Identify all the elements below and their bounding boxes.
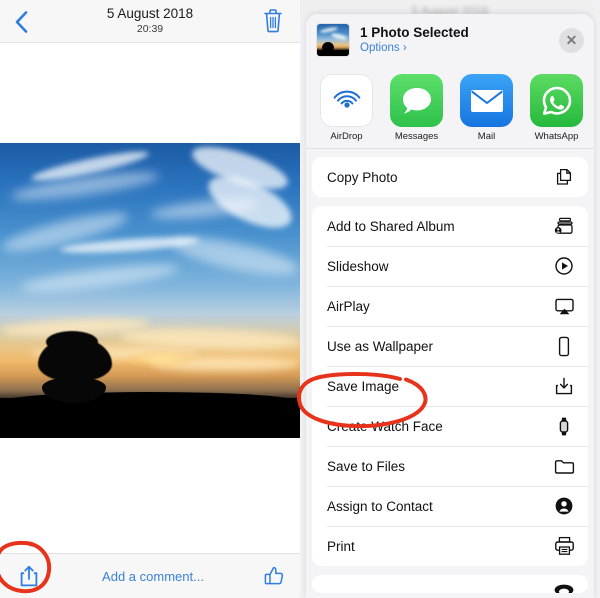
photo-time: 20:39: [136, 23, 164, 35]
action-label: Copy Photo: [327, 169, 398, 185]
phone-icon: [553, 335, 575, 357]
trash-icon[interactable]: [262, 8, 288, 36]
action-label: AirPlay: [327, 298, 370, 314]
action-label: Print: [327, 538, 355, 554]
action-card-partial: [312, 575, 588, 593]
action-row-add-to-shared-album[interactable]: Add to Shared Album: [312, 206, 588, 246]
phone-call-icon: [553, 577, 575, 593]
share-action-list: Copy Photo Add to Shared Album Slideshow…: [306, 149, 594, 593]
action-label: Assign to Contact: [327, 498, 433, 514]
sun-glow: [126, 349, 196, 368]
share-sheet-panel: 5 August 2018 1 Photo Selected Options ›…: [300, 0, 600, 598]
shared-album-icon: [553, 215, 575, 237]
copy-icon: [553, 166, 575, 188]
action-label: Use as Wallpaper: [327, 338, 434, 354]
comment-input[interactable]: Add a comment...: [58, 569, 248, 584]
mail-icon: [460, 74, 513, 127]
share-sheet: 1 Photo Selected Options › ✕ AirDrop Mes…: [306, 14, 594, 598]
action-row-partial[interactable]: [312, 575, 588, 593]
contact-icon: [553, 495, 575, 517]
photo-image[interactable]: [0, 143, 300, 438]
share-sheet-title-group: 1 Photo Selected Options ›: [360, 24, 559, 56]
action-card: Copy Photo: [312, 157, 588, 197]
action-card: Add to Shared Album Slideshow AirPlay Us…: [312, 206, 588, 566]
action-row-assign-to-contact[interactable]: Assign to Contact: [312, 486, 588, 526]
thumbs-up-icon[interactable]: [248, 565, 300, 587]
share-sheet-title: 1 Photo Selected: [360, 25, 469, 40]
share-app-messages[interactable]: Messages: [390, 74, 443, 142]
back-chevron-icon[interactable]: [8, 9, 34, 35]
close-glyph: ✕: [565, 32, 578, 48]
photo-date: 5 August 2018: [106, 6, 194, 21]
messages-icon: [390, 74, 443, 127]
action-label: Save Image: [327, 378, 400, 394]
share-app-label: WhatsApp: [534, 131, 579, 142]
airdrop-icon: [320, 74, 373, 127]
watch-icon: [553, 415, 575, 437]
share-app-label: Mail: [477, 131, 496, 142]
photo-viewer-panel: 5 August 2018 20:39 Add a comment...: [0, 0, 300, 598]
action-label: Slideshow: [327, 258, 389, 274]
whatsapp-icon: [530, 74, 583, 127]
screenshot-root: 5 August 2018 20:39 Add a comment... 5 A…: [0, 0, 600, 598]
action-row-save-image[interactable]: Save Image: [312, 366, 588, 406]
close-icon[interactable]: ✕: [559, 27, 584, 53]
airplay-icon: [553, 295, 575, 317]
action-row-copy-photo[interactable]: Copy Photo: [312, 157, 588, 197]
action-label: Save to Files: [327, 458, 406, 474]
action-label: Create Watch Face: [327, 418, 443, 434]
action-row-save-to-files[interactable]: Save to Files: [312, 446, 588, 486]
share-sheet-header: 1 Photo Selected Options › ✕: [306, 14, 594, 64]
share-app-row: AirDrop Messages Mail WhatsApp: [306, 64, 594, 149]
folder-icon: [553, 455, 575, 477]
photo-header-bar: 5 August 2018 20:39: [0, 0, 300, 43]
action-label: Add to Shared Album: [327, 218, 455, 234]
share-app-label: Messages: [394, 131, 439, 142]
action-row-airplay[interactable]: AirPlay: [312, 286, 588, 326]
save-download-icon: [553, 375, 575, 397]
photo-bottom-bar: Add a comment...: [0, 553, 300, 598]
share-options-link[interactable]: Options ›: [360, 41, 559, 56]
action-row-print[interactable]: Print: [312, 526, 588, 566]
play-circle-icon: [553, 255, 575, 277]
photo-header-center: 5 August 2018 20:39: [60, 5, 240, 36]
share-app-mail[interactable]: Mail: [460, 74, 513, 142]
action-row-use-as-wallpaper[interactable]: Use as Wallpaper: [312, 326, 588, 366]
share-app-label: AirDrop: [330, 131, 363, 142]
photo-thumbnail[interactable]: [316, 23, 350, 57]
share-app-airdrop[interactable]: AirDrop: [320, 74, 373, 142]
share-app-whatsapp[interactable]: WhatsApp: [530, 74, 583, 142]
printer-icon: [553, 535, 575, 557]
tree-silhouette: [38, 331, 112, 405]
action-row-create-watch-face[interactable]: Create Watch Face: [312, 406, 588, 446]
action-row-slideshow[interactable]: Slideshow: [312, 246, 588, 286]
share-icon[interactable]: [0, 564, 58, 588]
